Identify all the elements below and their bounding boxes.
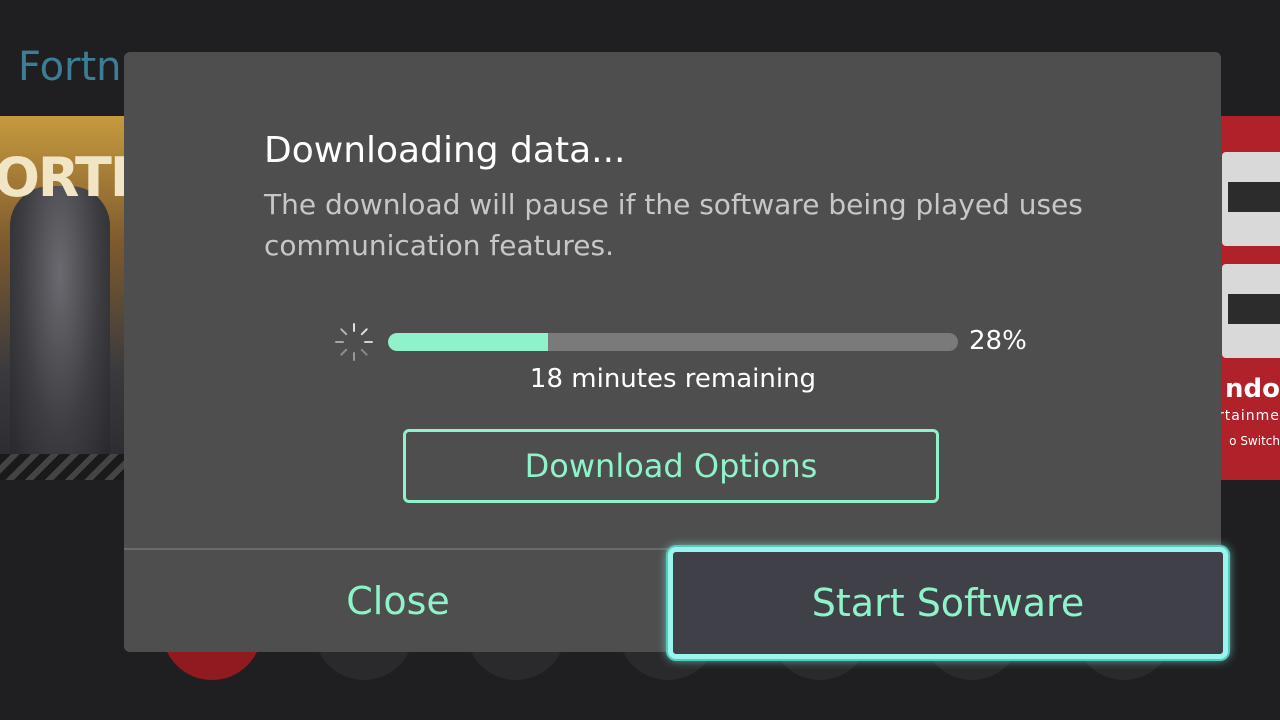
download-dialog: Downloading data... The download will pa… — [124, 52, 1228, 659]
download-progress-bar — [388, 333, 958, 351]
game-tile-brand-sub: rtainment — [1218, 408, 1280, 424]
background-game-title: Fortn — [18, 44, 122, 90]
game-tile-artwork — [10, 186, 110, 476]
game-tile-brand-sub2: o Switch — [1229, 434, 1280, 448]
time-remaining: 18 minutes remaining — [529, 364, 817, 394]
game-tile-brand: ndo — [1225, 374, 1280, 404]
game-tile-stripes — [0, 454, 130, 480]
controller-artwork — [1222, 264, 1280, 358]
start-software-button[interactable]: Start Software — [668, 547, 1228, 659]
download-progress-fill — [388, 333, 548, 351]
dialog-title: Downloading data... — [264, 130, 626, 171]
game-tile-logo: ORTN — [0, 146, 130, 209]
close-button[interactable]: Close — [124, 550, 672, 652]
controller-artwork — [1222, 152, 1280, 246]
loading-spinner-icon — [335, 323, 373, 361]
dialog-message: The download will pause if the software … — [264, 188, 1083, 262]
game-tile-fortnite[interactable]: ORTN — [0, 116, 130, 480]
download-options-button[interactable]: Download Options — [403, 429, 939, 503]
screen: Fortn ORTN ndo rtainment o Switch Downlo… — [0, 0, 1280, 720]
download-percent: 28% — [969, 326, 1027, 356]
game-tile-nes[interactable]: ndo rtainment o Switch — [1218, 116, 1280, 480]
